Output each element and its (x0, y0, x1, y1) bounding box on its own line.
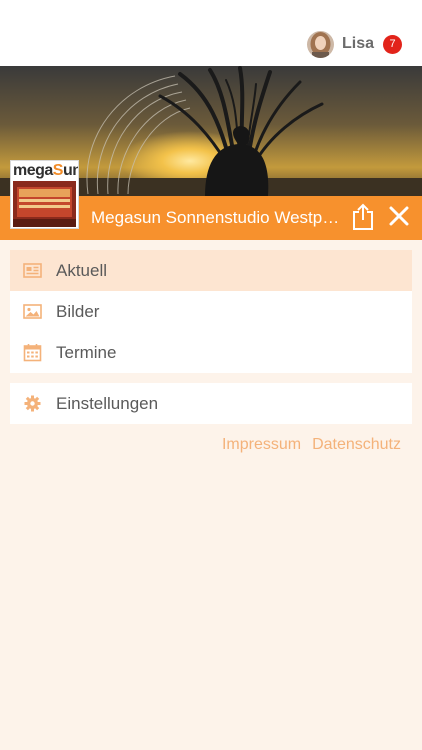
top-bar: Lisa 7 (0, 0, 422, 66)
studio-logo[interactable]: megaSun (10, 160, 79, 229)
menu-item-aktuell[interactable]: Aktuell (10, 250, 412, 291)
main-menu: Aktuell Bilder Termine (10, 250, 412, 373)
logo-wordmark: megaSun (13, 162, 78, 179)
settings-menu: Einstellungen (10, 383, 412, 424)
calendar-icon (23, 344, 42, 362)
user-profile[interactable]: Lisa 7 (306, 30, 402, 58)
footer-links: Impressum Datenschutz (222, 436, 401, 454)
gear-icon (24, 395, 41, 412)
close-button[interactable] (388, 205, 410, 227)
image-icon (23, 304, 42, 319)
menu-item-label: Einstellungen (56, 394, 159, 413)
datenschutz-link[interactable]: Datenschutz (312, 436, 401, 454)
avatar[interactable] (306, 30, 334, 58)
notification-badge[interactable]: 7 (383, 34, 402, 54)
menu-item-einstellungen[interactable]: Einstellungen (10, 383, 412, 424)
menu-item-label: Bilder (56, 302, 100, 321)
menu-item-label: Aktuell (56, 261, 108, 280)
share-button[interactable] (351, 203, 375, 231)
menu-item-bilder[interactable]: Bilder (10, 291, 412, 332)
studio-title: Megasun Sonnenstudio Westpark (91, 208, 341, 227)
impressum-link[interactable]: Impressum (222, 436, 301, 454)
newspaper-icon (23, 263, 42, 278)
menu-item-termine[interactable]: Termine (10, 332, 412, 373)
share-icon[interactable] (351, 203, 375, 231)
close-icon[interactable] (388, 205, 410, 227)
user-name[interactable]: Lisa (342, 35, 374, 53)
menu-item-label: Termine (56, 343, 117, 362)
logo-photo (13, 181, 76, 227)
